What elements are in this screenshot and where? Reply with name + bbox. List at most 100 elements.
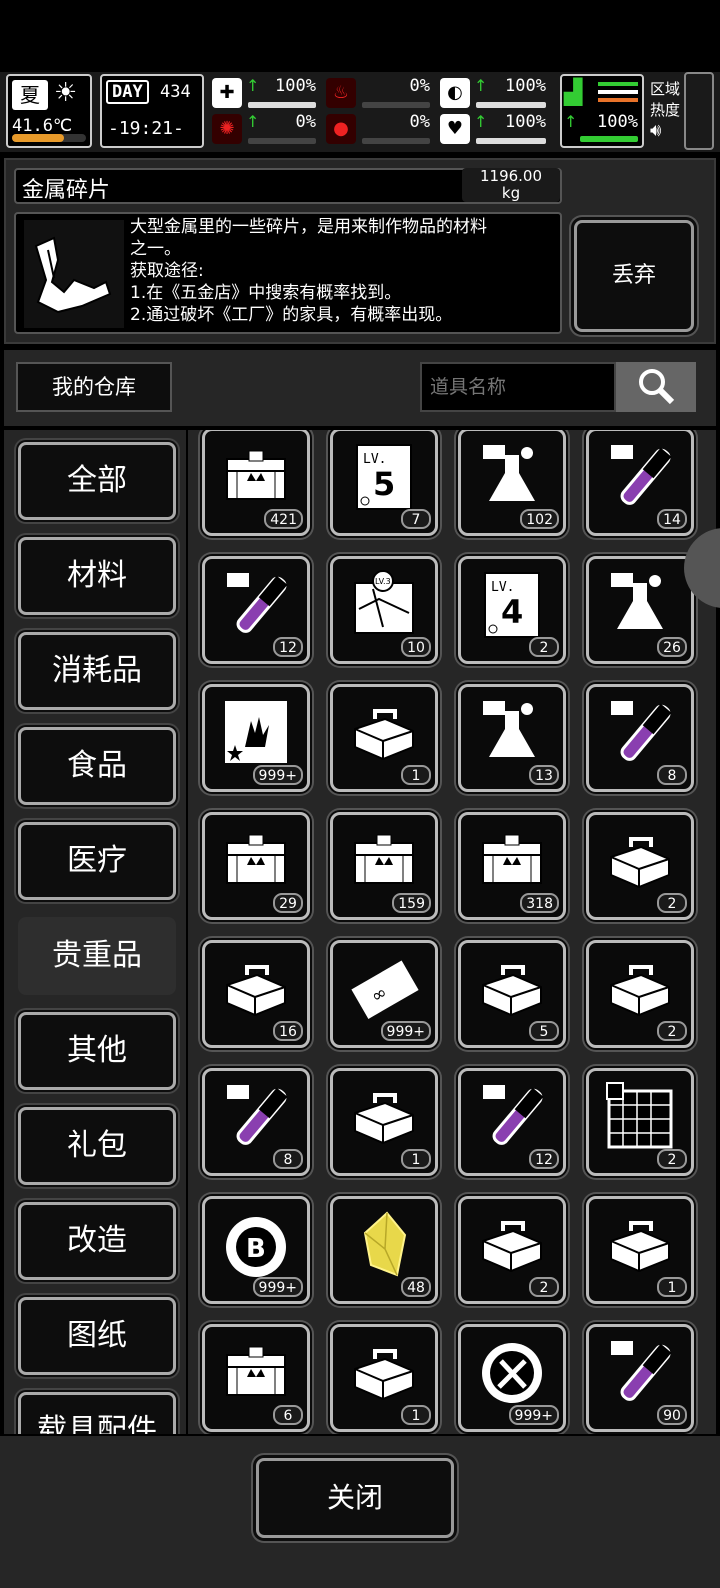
crate-icon (221, 825, 291, 895)
item-title-bar: 金属碎片 1196.00 kg (14, 168, 562, 204)
warehouse-title[interactable]: 我的仓库 (16, 362, 172, 412)
level4-card-icon: LV. 4 (477, 569, 547, 639)
item-count-badge: 6 (273, 1405, 303, 1425)
stamina-percent: 100% (597, 112, 638, 132)
category-tab[interactable]: 图纸 (18, 1297, 176, 1375)
inventory-slot[interactable]: B 999+ (202, 1196, 310, 1304)
inventory-slot[interactable]: 48 (330, 1196, 438, 1304)
ticket-icon: ∞ (349, 953, 419, 1023)
inventory-slot[interactable]: 999+ (202, 684, 310, 792)
item-count-badge: 999+ (252, 1277, 303, 1297)
category-tab[interactable]: 材料 (18, 537, 176, 615)
item-name: 金属碎片 (22, 178, 111, 203)
inventory-slot[interactable]: 16 (202, 940, 310, 1048)
item-count-badge: 159 (392, 893, 431, 913)
blood-drop-icon: ● (326, 114, 356, 144)
category-tab[interactable]: 食品 (18, 727, 176, 805)
test-tube-icon (221, 1081, 291, 1151)
item-count-badge: 2 (657, 1149, 687, 1169)
item-description: 大型金属里的一些碎片，是用来制作物品的材料 之一。 获取途径: 1.在《五金店》… (130, 217, 487, 325)
item-count-badge: 90 (657, 1405, 687, 1425)
inventory-slot[interactable]: 13 (458, 684, 566, 792)
warehouse-header: 我的仓库 (4, 350, 716, 426)
inventory-slot[interactable]: 318 (458, 812, 566, 920)
inventory-slot[interactable]: LV. 5 7 (330, 430, 438, 536)
inventory-slot[interactable]: 2 (586, 812, 694, 920)
inventory-slot[interactable]: 12 (202, 556, 310, 664)
inventory-slot[interactable]: 26 (586, 556, 694, 664)
toolbox-icon (221, 953, 291, 1023)
inventory-slot[interactable]: ∞ 999+ (330, 940, 438, 1048)
item-count-badge: 7 (401, 509, 431, 529)
item-weight: 1196.00 kg (462, 168, 560, 202)
category-tab[interactable]: 贵重品 (18, 917, 176, 995)
item-count-badge: 2 (529, 637, 559, 657)
toolbox-icon (349, 1081, 419, 1151)
item-count-badge: 999+ (508, 1405, 559, 1425)
close-button[interactable]: 关闭 (256, 1458, 454, 1538)
inventory-slot[interactable]: 2 (586, 1068, 694, 1176)
inventory-slot[interactable]: 102 (458, 430, 566, 536)
inventory-slot[interactable]: LV.3 10 (330, 556, 438, 664)
item-search-input[interactable] (420, 362, 616, 412)
category-tab[interactable]: 全部 (18, 442, 176, 520)
category-tab[interactable]: 消耗品 (18, 632, 176, 710)
flask-icon (605, 569, 675, 639)
category-tab[interactable]: 其他 (18, 1012, 176, 1090)
item-count-badge: 5 (529, 1021, 559, 1041)
inventory-slot[interactable]: 1 (330, 1324, 438, 1432)
arrow-up-icon: ↑ (246, 76, 260, 95)
stat-medicine: ◐ ↑ 100% (440, 76, 550, 110)
inventory-slot[interactable]: 6 (202, 1324, 310, 1432)
stat-hunger: ♨ 0% (326, 76, 434, 110)
hud-frame (684, 72, 714, 150)
crate-icon (349, 825, 419, 895)
category-tab[interactable]: 礼包 (18, 1107, 176, 1185)
status-hud: 夏 ☀ 41.6℃ DAY 434 -19:21- ✚ ↑ 100% ♨ 0% … (0, 72, 720, 152)
flask-icon (477, 697, 547, 767)
heart-icon: ♥ (440, 114, 470, 144)
inventory-slot[interactable]: 2 (586, 940, 694, 1048)
item-count-badge: 999+ (380, 1021, 431, 1041)
inventory-slot[interactable]: 2 (458, 1196, 566, 1304)
inventory-slot[interactable]: 5 (458, 940, 566, 1048)
item-count-badge: 2 (657, 1021, 687, 1041)
category-tab[interactable]: 医疗 (18, 822, 176, 900)
toolbox-icon (605, 953, 675, 1023)
inventory-slot[interactable]: 1 (330, 1068, 438, 1176)
stat-health: ✚ ↑ 100% (212, 76, 320, 110)
toolbox-icon (477, 1209, 547, 1279)
inventory-slot[interactable]: 90 (586, 1324, 694, 1432)
inventory-slot[interactable]: 999+ (458, 1324, 566, 1432)
item-count-badge: 26 (657, 637, 687, 657)
inventory-slot[interactable]: 159 (330, 812, 438, 920)
item-grid: 421 LV. 5 7 102 14 12 LV.3 10 LV. 4 2 26 999+ 1 13 8 29 15… (188, 430, 716, 1434)
metal-scrap-icon (34, 236, 112, 314)
item-count-badge: 13 (529, 765, 559, 785)
medkit-icon: ✚ (212, 78, 242, 108)
inventory-slot[interactable]: LV. 4 2 (458, 556, 566, 664)
inventory-slot[interactable]: 8 (202, 1068, 310, 1176)
category-tab[interactable]: 改造 (18, 1202, 176, 1280)
inventory-slot[interactable]: 14 (586, 430, 694, 536)
mood-percent: 100% (505, 112, 546, 132)
category-tab[interactable]: 载具配件 (18, 1392, 176, 1434)
inventory-slot[interactable]: 421 (202, 430, 310, 536)
svg-text:5: 5 (373, 465, 395, 503)
svg-text:LV.3: LV.3 (375, 577, 391, 586)
test-tube-icon (221, 569, 291, 639)
inventory-slot[interactable]: 29 (202, 812, 310, 920)
arrow-up-icon: ↑ (564, 112, 578, 131)
inventory-slot[interactable]: 12 (458, 1068, 566, 1176)
inventory-slot[interactable]: 1 (586, 1196, 694, 1304)
discard-button[interactable]: 丢弃 (574, 220, 694, 332)
toolbox-icon (477, 953, 547, 1023)
temperature-readout: 41.6℃ (12, 116, 73, 136)
inventory-slot[interactable]: 1 (330, 684, 438, 792)
search-button[interactable] (616, 362, 696, 412)
item-count-badge: 2 (529, 1277, 559, 1297)
inventory-slot[interactable]: 8 (586, 684, 694, 792)
item-count-badge: 421 (264, 509, 303, 529)
svg-text:B: B (246, 1234, 266, 1264)
bottom-bar: 关闭 (0, 1436, 720, 1588)
